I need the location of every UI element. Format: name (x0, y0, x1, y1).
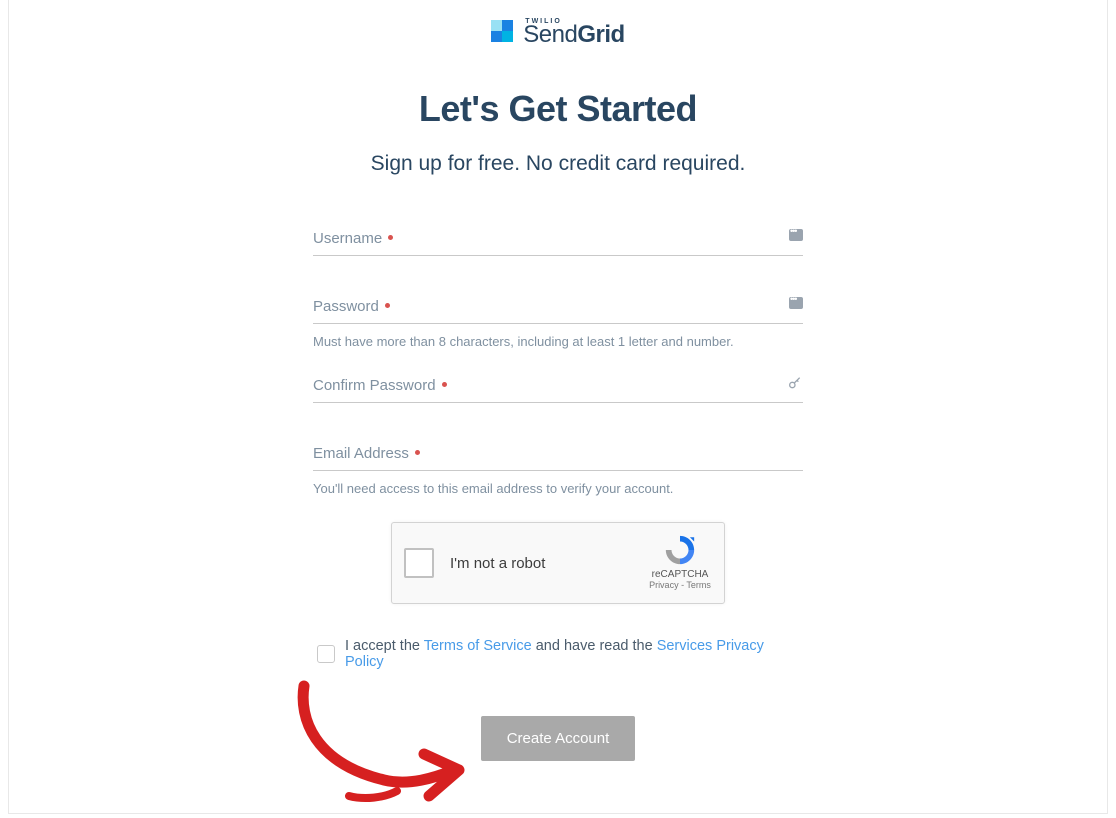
page-title: Let's Get Started (9, 88, 1107, 130)
recaptcha-icon (663, 533, 697, 567)
confirm-password-field: Confirm Password (313, 369, 803, 403)
email-field: Email Address You'll need access to this… (313, 437, 803, 496)
recaptcha-privacy-link[interactable]: Privacy (649, 580, 679, 590)
sendgrid-mark-icon (491, 20, 513, 42)
terms-checkbox[interactable] (317, 645, 335, 663)
terms-row: I accept the Terms of Service and have r… (317, 638, 803, 670)
sendgrid-wordmark: SendGrid (523, 25, 624, 44)
terms-of-service-link[interactable]: Terms of Service (424, 638, 532, 654)
signup-form: Username Password Must have more than 8 … (313, 222, 803, 761)
password-manager-icon[interactable] (789, 296, 803, 314)
email-helper: You'll need access to this email address… (313, 481, 803, 496)
signup-page: TWILIO SendGrid Let's Get Started Sign u… (8, 0, 1108, 814)
recaptcha-terms-link[interactable]: Terms (686, 580, 711, 590)
recaptcha-label: I'm not a robot (450, 555, 545, 572)
key-icon[interactable] (787, 375, 803, 396)
username-field: Username (313, 222, 803, 256)
password-manager-icon[interactable] (789, 228, 803, 246)
email-input[interactable] (313, 437, 803, 470)
password-input[interactable] (313, 290, 803, 323)
recaptcha-checkbox[interactable] (404, 548, 434, 578)
password-helper: Must have more than 8 characters, includ… (313, 334, 803, 349)
recaptcha-brand: reCAPTCHA Privacy - Terms (648, 533, 712, 590)
terms-text: I accept the Terms of Service and have r… (345, 638, 803, 670)
username-input[interactable] (313, 222, 803, 255)
recaptcha-widget: I'm not a robot reCAPTCHA Privacy - Term… (391, 522, 725, 604)
brand-logo: TWILIO SendGrid (9, 18, 1107, 44)
confirm-password-input[interactable] (313, 369, 803, 402)
page-subtitle: Sign up for free. No credit card require… (9, 152, 1107, 176)
password-field: Password Must have more than 8 character… (313, 290, 803, 349)
create-account-button[interactable]: Create Account (481, 716, 636, 761)
